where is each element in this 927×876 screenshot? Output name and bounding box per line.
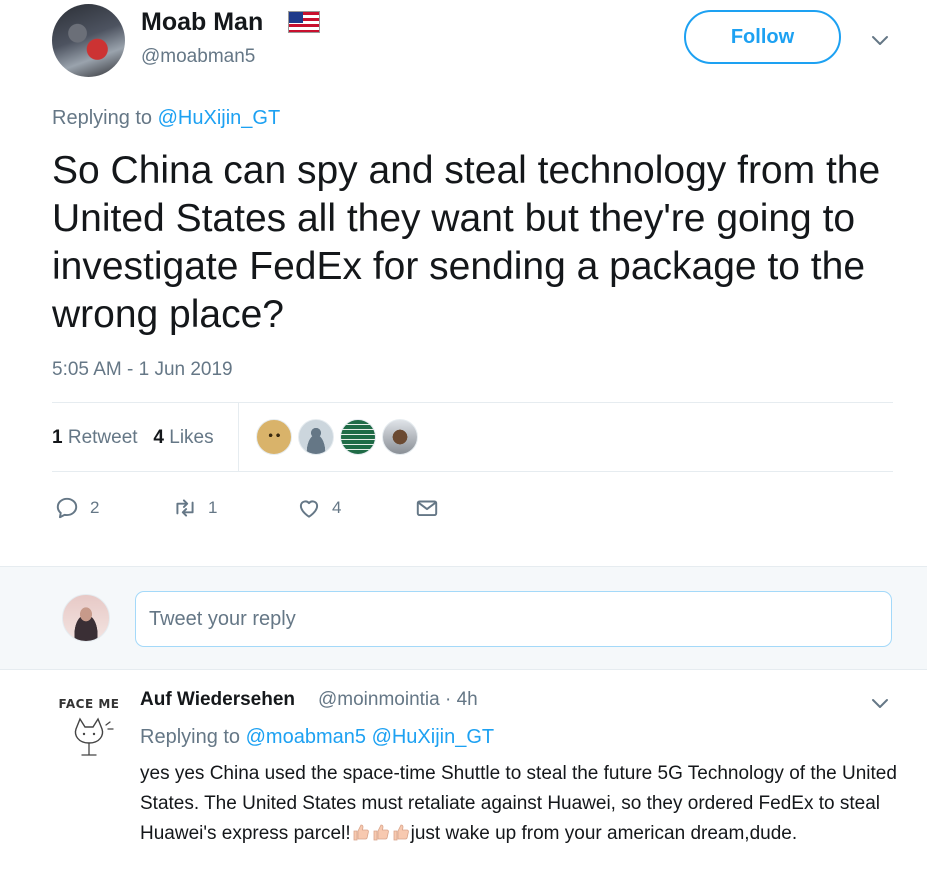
chevron-down-icon[interactable] xyxy=(868,28,892,52)
chevron-down-icon[interactable] xyxy=(868,691,892,715)
reply-author-name[interactable]: Auf Wiedersehen xyxy=(140,689,295,711)
like-action[interactable]: 4 xyxy=(296,495,341,521)
reply-icon xyxy=(56,497,78,519)
retweet-action[interactable]: 1 xyxy=(172,495,217,521)
direct-message-action[interactable] xyxy=(414,495,440,521)
liker-avatar[interactable] xyxy=(382,419,418,455)
follow-button[interactable]: Follow xyxy=(684,10,841,64)
reply-action[interactable]: 2 xyxy=(54,495,99,521)
retweet-stat-label[interactable]: Retweet xyxy=(68,427,138,448)
reply-replying-to-line: Replying to @moabman5 @HuXijin_GT xyxy=(140,726,494,749)
reply-tweet: FACE ME Auf Wiedersehen @moinmointia · 4… xyxy=(0,671,927,876)
retweet-action-count: 1 xyxy=(208,498,218,517)
thumbs-up-icon xyxy=(373,824,389,841)
liker-avatar[interactable] xyxy=(298,419,334,455)
reply-author-avatar[interactable]: FACE ME xyxy=(56,693,122,759)
replying-prefix: Replying to xyxy=(140,726,246,748)
heart-icon xyxy=(299,500,319,518)
current-user-avatar[interactable] xyxy=(62,594,110,642)
reply-author-handle-time[interactable]: @moinmointia · 4h xyxy=(318,689,478,711)
reply-text: yes yes China used the space-time Shuttl… xyxy=(140,759,900,849)
tweet-actions: 2 1 4 xyxy=(52,495,472,525)
like-stat-label[interactable]: Likes xyxy=(169,427,213,448)
reply-text-part-2: just wake up from your american dream,du… xyxy=(410,823,798,844)
like-count[interactable]: 4 xyxy=(153,427,164,448)
thumbs-up-icon xyxy=(393,824,409,841)
divider xyxy=(52,471,893,472)
reply-input[interactable] xyxy=(135,591,892,647)
replying-to-mention[interactable]: @HuXijin_GT xyxy=(372,726,495,748)
tweet-text: So China can spy and steal technology fr… xyxy=(52,149,881,336)
liker-avatar[interactable] xyxy=(340,419,376,455)
retweet-count[interactable]: 1 xyxy=(52,427,63,448)
divider xyxy=(52,402,893,403)
replying-to-mention[interactable]: @moabman5 xyxy=(246,726,366,748)
tweet-timestamp[interactable]: 5:05 AM - 1 Jun 2019 xyxy=(52,359,233,381)
liker-avatars xyxy=(256,419,418,455)
replying-to-line: Replying to @HuXijin_GT xyxy=(52,107,280,130)
avatar-caption: FACE ME xyxy=(58,697,120,711)
main-tweet: Moab Man @moabman5 Follow Replying to @H… xyxy=(0,0,927,566)
us-flag-icon xyxy=(288,11,320,33)
retweet-icon xyxy=(176,499,194,517)
replying-prefix: Replying to xyxy=(52,107,158,129)
author-display-name[interactable]: Moab Man xyxy=(141,8,263,37)
replying-to-mention[interactable]: @HuXijin_GT xyxy=(158,107,281,129)
thumbs-up-icon xyxy=(353,824,369,841)
like-action-count: 4 xyxy=(332,498,342,517)
author-handle[interactable]: @moabman5 xyxy=(141,46,255,68)
liker-avatar[interactable] xyxy=(256,419,292,455)
reply-count: 2 xyxy=(90,498,100,517)
cat-doodle-icon xyxy=(74,717,114,756)
tweet-stats: 1 Retweet 4 Likes xyxy=(52,427,214,449)
stats-separator xyxy=(238,402,239,472)
envelope-icon xyxy=(416,500,438,517)
thumbs-up-emojis xyxy=(351,819,411,849)
reply-composer xyxy=(0,566,927,670)
author-avatar[interactable] xyxy=(52,4,125,77)
